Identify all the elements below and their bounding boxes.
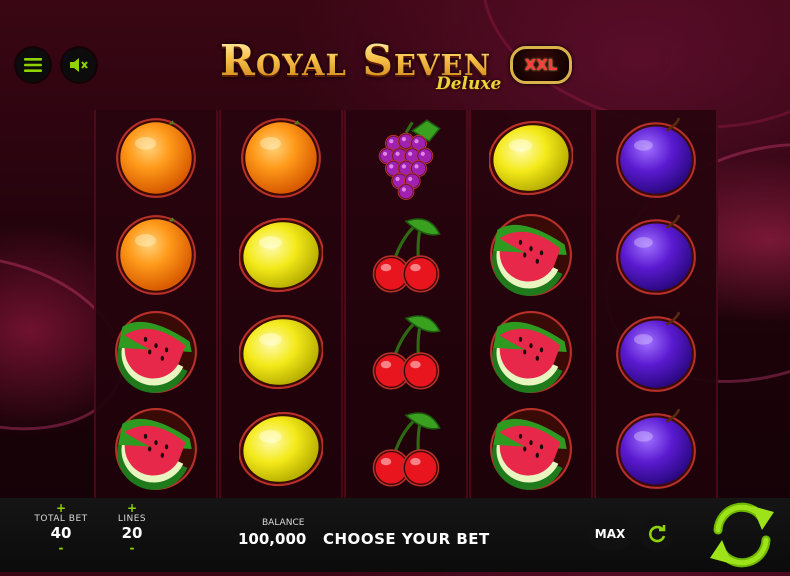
watermelon-icon	[490, 408, 572, 490]
grapes-icon	[378, 119, 441, 200]
reel-symbol	[221, 304, 341, 400]
reel-symbol	[346, 110, 466, 206]
orange-icon	[241, 118, 321, 198]
cherry-icon	[372, 412, 441, 487]
reel-3	[344, 110, 468, 500]
plum-icon	[616, 311, 696, 392]
sound-toggle-button[interactable]	[62, 48, 96, 82]
game-logo: Royal Seven XXL Deluxe	[220, 32, 580, 104]
reel-2	[219, 110, 343, 500]
cherry-icon	[372, 218, 441, 293]
reel-5	[594, 110, 718, 500]
reel-symbol	[471, 401, 591, 497]
total-bet-decrease-button[interactable]: -	[30, 542, 92, 554]
reel-symbol	[346, 304, 466, 400]
total-bet-increase-button[interactable]: +	[30, 502, 92, 514]
reel-symbol	[221, 401, 341, 497]
reel-symbol	[471, 110, 591, 206]
reel-symbol	[596, 207, 716, 303]
reel-symbol	[96, 304, 216, 400]
plum-icon	[616, 117, 696, 198]
max-bet-button[interactable]: MAX	[588, 518, 632, 550]
orange-icon	[116, 118, 196, 198]
hamburger-menu-icon	[24, 58, 42, 72]
reel-symbol	[96, 207, 216, 303]
balance-value: 100,000	[238, 530, 307, 548]
watermelon-icon	[490, 214, 572, 296]
watermelon-icon	[115, 408, 197, 490]
reel-symbol	[221, 207, 341, 303]
lines-value: 20	[121, 524, 143, 542]
reel-area	[86, 110, 718, 500]
plum-icon	[616, 214, 696, 295]
total-bet-control: + TOTAL BET 40 -	[30, 502, 92, 554]
reel-symbol	[346, 401, 466, 497]
reel-4	[469, 110, 593, 500]
top-bar: Royal Seven XXL Deluxe	[0, 0, 790, 110]
status-message: CHOOSE YOUR BET	[323, 530, 490, 548]
orange-icon	[116, 215, 196, 295]
lines-decrease-button[interactable]: -	[108, 542, 156, 554]
lines-label: LINES	[117, 514, 147, 524]
reel-symbol	[471, 207, 591, 303]
reel-symbol	[596, 401, 716, 497]
watermelon-icon	[490, 311, 572, 393]
total-bet-label: TOTAL BET	[34, 514, 88, 524]
reel-symbol	[96, 401, 216, 497]
reel-symbol	[596, 110, 716, 206]
lemon-icon	[239, 314, 323, 390]
lines-increase-button[interactable]: +	[108, 502, 156, 514]
lines-control: + LINES 20 -	[108, 502, 156, 554]
total-bet-value: 40	[50, 524, 72, 542]
balance-label: BALANCE	[262, 518, 305, 528]
reel-symbol	[596, 304, 716, 400]
reel-symbol	[96, 110, 216, 206]
lemon-icon	[239, 217, 323, 293]
speaker-muted-icon	[70, 58, 88, 72]
watermelon-icon	[115, 311, 197, 393]
plum-icon	[616, 408, 696, 489]
lemon-icon	[489, 120, 573, 196]
xxl-badge: XXL	[510, 46, 572, 84]
spin-button[interactable]	[704, 498, 780, 572]
menu-button[interactable]	[16, 48, 50, 82]
autoplay-icon	[649, 525, 666, 543]
lemon-icon	[239, 411, 323, 487]
spin-arrows-icon	[710, 502, 774, 568]
reel-symbol	[221, 110, 341, 206]
cherry-icon	[372, 315, 441, 390]
reel-symbol	[471, 304, 591, 400]
game-subtitle: Deluxe	[436, 74, 502, 94]
reel-symbol	[346, 207, 466, 303]
autoplay-button[interactable]	[640, 517, 674, 551]
reel-1	[94, 110, 218, 500]
